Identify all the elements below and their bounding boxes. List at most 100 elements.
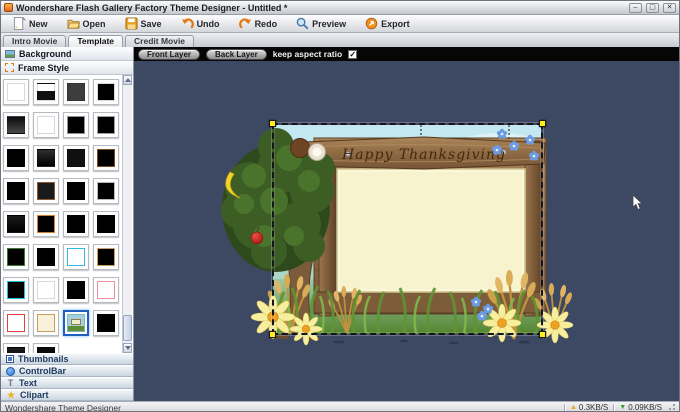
frame-style-thumb[interactable] <box>93 112 119 138</box>
frame-style-thumb[interactable] <box>33 277 59 303</box>
window-title: Wondershare Flash Gallery Factory Theme … <box>16 2 288 13</box>
frame-style-thumb[interactable] <box>93 211 119 237</box>
layer-toolbar: Front Layer Back Layer keep aspect ratio <box>134 47 679 61</box>
frame-style-thumb[interactable] <box>63 112 89 138</box>
thumbnails-icon <box>6 355 14 363</box>
download-speed-icon: ▼ <box>619 404 627 411</box>
frame-style-thumb[interactable] <box>3 79 29 105</box>
export-button[interactable]: Export <box>360 16 415 31</box>
resize-handle-ne[interactable] <box>539 120 546 127</box>
mouse-cursor <box>632 195 643 211</box>
open-folder-icon <box>66 19 80 29</box>
tab-strip: Intro Movie Template Credit Movie <box>1 33 679 47</box>
frame-style-thumb[interactable] <box>63 310 89 336</box>
accordion-controlbar[interactable]: ControlBar <box>1 365 133 377</box>
undo-arrow-icon <box>181 18 194 29</box>
upload-speed: ▲ 0.3KB/S <box>569 403 609 412</box>
frame-style-thumb[interactable] <box>63 178 89 204</box>
redo-arrow-icon <box>238 18 251 29</box>
frame-style-thumb[interactable] <box>63 211 89 237</box>
resize-grip[interactable] <box>667 403 675 411</box>
frame-style-thumb[interactable] <box>3 343 29 353</box>
save-button[interactable]: Save <box>120 16 167 31</box>
frame-style-thumb[interactable] <box>93 178 119 204</box>
magnifier-icon <box>296 17 309 30</box>
clipart-star-icon <box>6 390 16 400</box>
main-toolbar: New Open Save Undo Redo Preview Export <box>1 15 679 33</box>
back-layer-button[interactable]: Back Layer <box>206 48 267 60</box>
selection-marquee[interactable] <box>269 120 546 338</box>
app-icon <box>4 3 13 12</box>
background-icon <box>5 49 15 58</box>
frame-style-thumb[interactable] <box>3 145 29 171</box>
scroll-down-button[interactable] <box>123 343 132 353</box>
resize-handle-sw[interactable] <box>269 331 276 338</box>
arrow-up-icon <box>124 78 131 82</box>
accordion-clipart[interactable]: Clipart <box>1 389 133 401</box>
canvas-area: Front Layer Back Layer keep aspect ratio <box>134 47 679 401</box>
keep-aspect-checkbox[interactable] <box>348 49 358 59</box>
export-icon <box>365 17 378 30</box>
frame-style-thumb[interactable] <box>3 244 29 270</box>
upload-speed-icon: ▲ <box>569 404 577 411</box>
tab-intro-movie[interactable]: Intro Movie <box>3 35 67 47</box>
sidebar: Background Frame Style Thumbnails Contro… <box>1 47 134 401</box>
status-text: Wondershare Theme Designer <box>5 402 121 412</box>
frame-style-thumb[interactable] <box>33 79 59 105</box>
preview-button[interactable]: Preview <box>291 16 351 31</box>
frame-style-thumb[interactable] <box>93 310 119 336</box>
scrollbar-thumb[interactable] <box>123 315 132 341</box>
minimize-button[interactable]: – <box>629 2 642 13</box>
frame-style-icon <box>5 63 14 72</box>
front-layer-button[interactable]: Front Layer <box>138 48 201 60</box>
frame-style-grid <box>3 79 119 353</box>
frame-style-thumb[interactable] <box>93 79 119 105</box>
new-document-icon <box>13 17 26 30</box>
apple <box>250 231 264 245</box>
design-stage[interactable]: Happy Thanksgiving <box>134 61 679 401</box>
keep-aspect-label: keep aspect ratio <box>272 49 343 59</box>
tab-credit-movie[interactable]: Credit Movie <box>125 35 195 47</box>
accordion-thumbnails[interactable]: Thumbnails <box>1 353 133 365</box>
frame-style-thumb[interactable] <box>3 112 29 138</box>
frame-style-thumb[interactable] <box>93 145 119 171</box>
frame-style-thumb[interactable] <box>33 112 59 138</box>
frame-style-thumb[interactable] <box>63 244 89 270</box>
maximize-button[interactable]: ▢ <box>646 2 659 13</box>
controlbar-icon <box>6 366 15 376</box>
scroll-up-button[interactable] <box>123 75 132 85</box>
arrow-down-icon <box>124 346 131 350</box>
frame-style-thumb[interactable] <box>33 178 59 204</box>
frame-style-thumb[interactable] <box>33 145 59 171</box>
close-button[interactable]: ✕ <box>663 2 676 13</box>
frame-style-thumb[interactable] <box>3 277 29 303</box>
thumbnail-scrollbar[interactable] <box>122 75 132 353</box>
open-button[interactable]: Open <box>62 16 111 31</box>
frame-style-thumb[interactable] <box>3 310 29 336</box>
save-floppy-icon <box>124 17 138 30</box>
frame-style-thumb[interactable] <box>3 178 29 204</box>
frame-style-thumb[interactable] <box>93 277 119 303</box>
frame-style-panel <box>1 75 133 353</box>
frame-style-thumb[interactable] <box>33 244 59 270</box>
resize-handle-se[interactable] <box>539 331 546 338</box>
title-bar: Wondershare Flash Gallery Factory Theme … <box>1 1 679 15</box>
resize-handle-nw[interactable] <box>269 120 276 127</box>
frame-style-thumb[interactable] <box>33 310 59 336</box>
frame-style-thumb[interactable] <box>33 343 59 353</box>
frame-style-thumb[interactable] <box>63 277 89 303</box>
tab-template[interactable]: Template <box>68 35 124 47</box>
frame-style-thumb[interactable] <box>93 244 119 270</box>
frame-style-thumb[interactable] <box>63 79 89 105</box>
new-button[interactable]: New <box>8 16 53 31</box>
frame-style-thumb[interactable] <box>33 211 59 237</box>
sidebar-section-background[interactable]: Background <box>1 47 133 61</box>
undo-button[interactable]: Undo <box>176 16 225 31</box>
redo-button[interactable]: Redo <box>234 16 283 31</box>
frame-style-thumb[interactable] <box>3 211 29 237</box>
app-window: Wondershare Flash Gallery Factory Theme … <box>0 0 680 412</box>
download-speed: ▼ 0.09KB/S <box>619 403 662 412</box>
sidebar-section-frame-style[interactable]: Frame Style <box>1 61 133 75</box>
accordion-text[interactable]: Text <box>1 377 133 389</box>
frame-style-thumb[interactable] <box>63 145 89 171</box>
